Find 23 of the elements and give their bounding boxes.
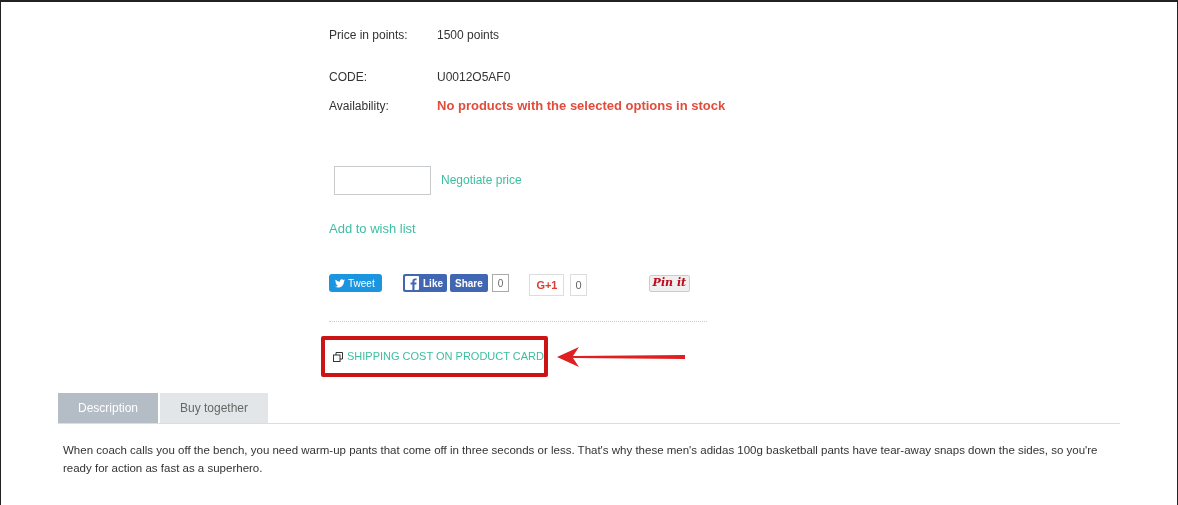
tab[interactable]: Buy together: [160, 393, 268, 423]
tweet-button[interactable]: Tweet: [329, 274, 382, 292]
detail-label: Availability:: [329, 97, 390, 115]
product-description: When coach calls you off the bench, you need warm-up pants that come off in three seconds or less. That's why these men's adidas 100g basketball pants have tear-away snaps down the sides, so you're ready for action as fast as a superhero.: [63, 443, 1099, 476]
wish-list-link[interactable]: Add to wish list: [329, 218, 416, 238]
detail-value: 1500 points: [437, 27, 500, 44]
shipping-cost-link[interactable]: SHIPPING COST ON PRODUCT CARD: [333, 348, 544, 365]
negotiate-price-link[interactable]: Negotiate price: [441, 171, 522, 189]
google-plus-count: 0: [570, 274, 587, 296]
copy-icon: [333, 351, 343, 362]
detail-value: No products with the selected options in stock: [437, 97, 726, 115]
detail-label: Price in points:: [329, 27, 409, 44]
share-button[interactable]: Share: [450, 274, 488, 292]
like-button[interactable]: Like: [403, 274, 447, 292]
arrow-icon: [557, 345, 687, 368]
google-plus-button[interactable]: G+1: [529, 274, 565, 296]
pin-it-button[interactable]: Pin it: [648, 274, 691, 292]
price-input[interactable]: [334, 165, 431, 195]
bird-icon: [335, 278, 345, 288]
facebook-icon: [405, 276, 419, 290]
detail-label: CODE:: [329, 69, 368, 86]
share-count: 0: [491, 274, 510, 292]
detail-value: U0012O5AF0: [437, 69, 511, 86]
